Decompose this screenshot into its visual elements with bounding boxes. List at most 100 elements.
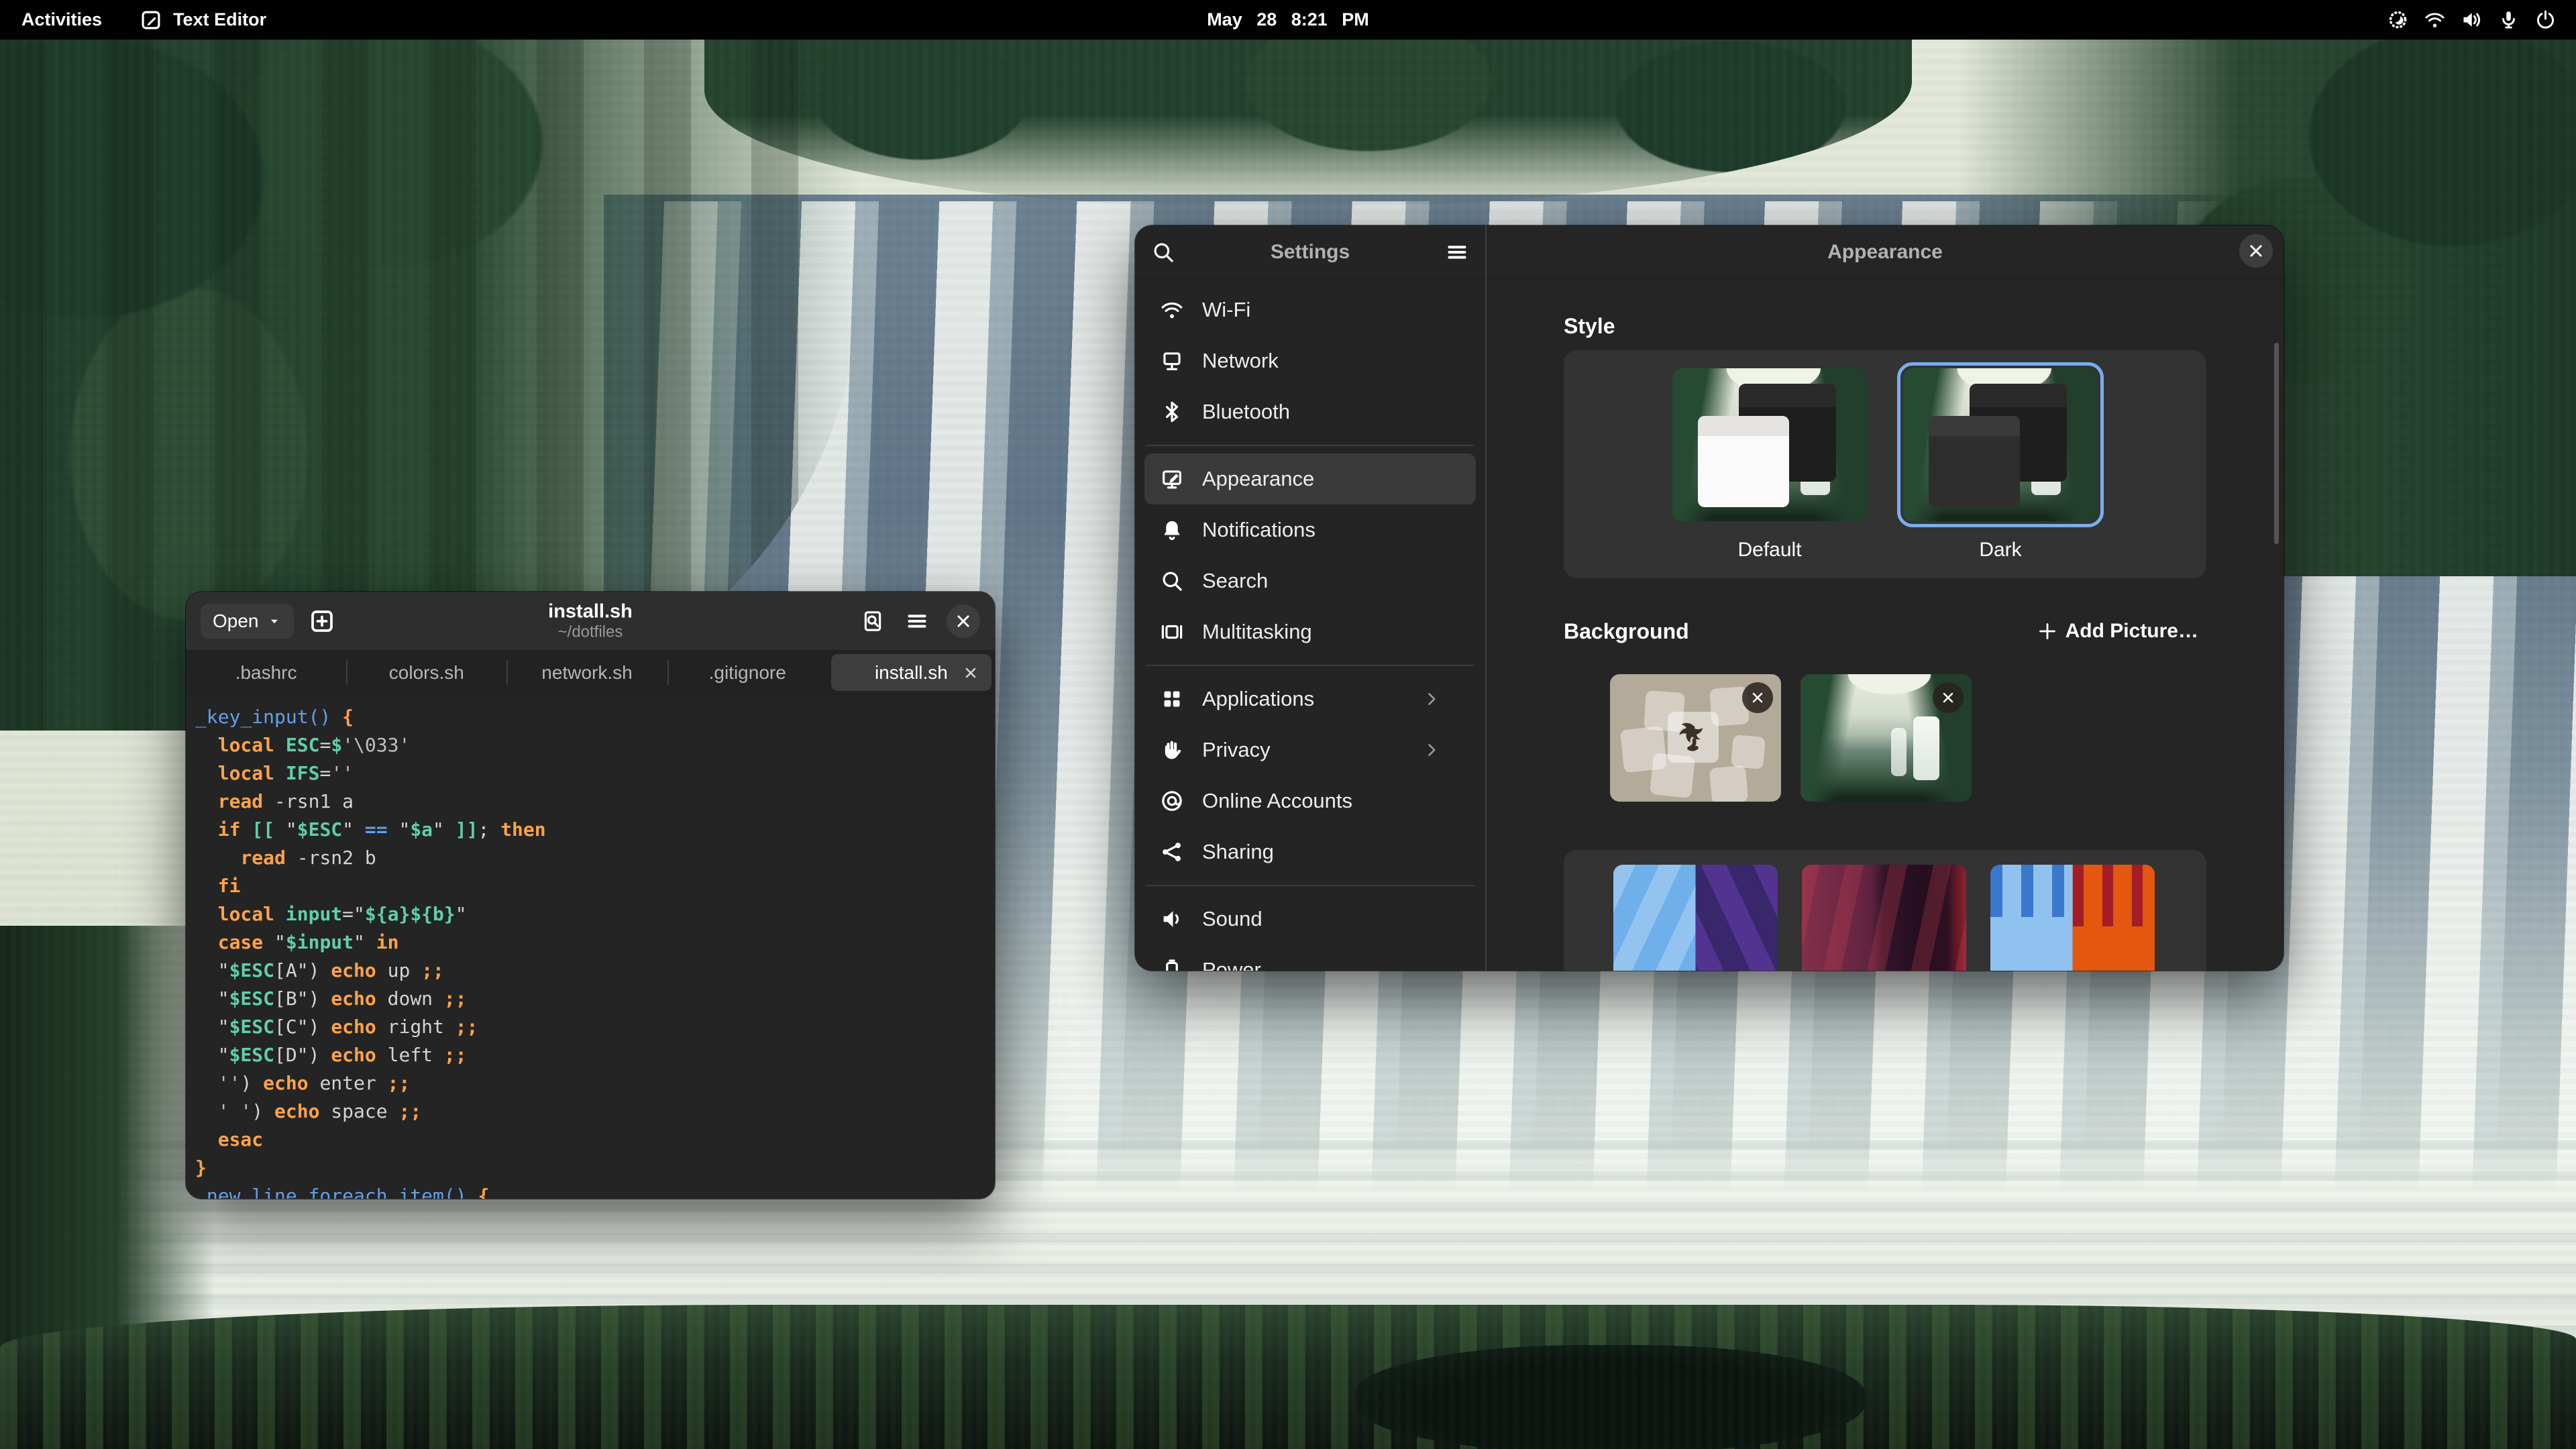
tab-gitignore[interactable]: .gitignore: [667, 651, 828, 694]
sidebar-item-applications[interactable]: Applications: [1144, 674, 1476, 724]
editor-close-button[interactable]: [947, 604, 980, 638]
settings-sidebar: Settings Wi-Fi Network Bluetooth Appeara…: [1135, 225, 1487, 971]
code-line: read -rsn1 a: [195, 788, 995, 816]
sidebar-item-power[interactable]: Power: [1144, 945, 1476, 971]
sidebar-item-label: Applications: [1202, 687, 1314, 711]
sidebar-item-online-accounts[interactable]: Online Accounts: [1144, 775, 1476, 826]
sidebar-item-label: Appearance: [1202, 467, 1314, 491]
remove-background-button[interactable]: [1933, 682, 1964, 713]
tab-bar: .bashrccolors.shnetwork.sh.gitignoreinst…: [186, 651, 995, 695]
network-icon: [1161, 350, 1183, 372]
sidebar-item-label: Sound: [1202, 907, 1263, 931]
sidebar-headerbar: Settings: [1135, 225, 1485, 279]
settings-window: Settings Wi-Fi Network Bluetooth Appeara…: [1135, 225, 2284, 971]
code-line: "$ESC[C") echo right ;;: [195, 1013, 995, 1041]
thumbnail-waterfall: [1891, 728, 1907, 776]
style-preview-dark[interactable]: [1903, 368, 2098, 521]
power-icon[interactable]: [2535, 9, 2556, 30]
wallpaper-option-blue-purple-geometric[interactable]: [1613, 865, 1778, 971]
night-light-icon[interactable]: [2387, 9, 2408, 30]
apps-icon: [1161, 688, 1183, 710]
style-heading: Style: [1564, 314, 2206, 338]
power-batt-icon: [1161, 959, 1183, 971]
open-button[interactable]: Open: [201, 604, 294, 639]
style-label-default: Default: [1672, 539, 1867, 561]
sidebar-item-multitasking[interactable]: Multitasking: [1144, 606, 1476, 657]
search-document-button[interactable]: [858, 606, 888, 636]
microphone-icon[interactable]: [2498, 9, 2519, 30]
settings-nav-list: Wi-Fi Network Bluetooth Appearance Notif…: [1135, 279, 1485, 971]
tab-network-sh[interactable]: network.sh: [506, 651, 667, 694]
add-picture-button[interactable]: Add Picture…: [2037, 620, 2198, 643]
focused-app-indicator[interactable]: Text Editor: [140, 9, 266, 32]
settings-menu-button[interactable]: [1442, 237, 1472, 267]
scrollbar[interactable]: [2274, 343, 2279, 544]
style-card: Default Dark: [1564, 350, 2206, 578]
settings-search-button[interactable]: [1148, 237, 1178, 267]
text-editor-window: Open install.sh ~/dotfiles .bashrccolors…: [186, 592, 995, 1199]
code-line: if [[ "$ESC" == "$a" ]]; then: [195, 816, 995, 844]
share-icon: [1161, 841, 1183, 863]
text-editor-app-icon: [140, 9, 162, 32]
sidebar-item-wi-fi[interactable]: Wi-Fi: [1144, 284, 1476, 335]
activities-button[interactable]: Activities: [21, 9, 102, 30]
wallpaper-option-maroon-waves[interactable]: [1802, 865, 1966, 971]
code-line: '') echo enter ;;: [195, 1069, 995, 1097]
top-bar: Activities Text Editor May 28 8:21 PM: [0, 0, 2576, 40]
style-preview-default[interactable]: [1672, 368, 1867, 521]
editor-menu-button[interactable]: [902, 606, 932, 636]
code-line: local IFS='': [195, 759, 995, 788]
content-headerbar: Appearance: [1487, 225, 2284, 279]
style-option-dark[interactable]: Dark: [1903, 368, 2098, 578]
plus-icon: [2037, 621, 2057, 641]
privacy-icon: [1161, 739, 1183, 761]
tab-bashrc[interactable]: .bashrc: [186, 651, 346, 694]
background-thumbnail-abstract[interactable]: [1610, 674, 1781, 802]
tab-install-sh[interactable]: install.sh: [831, 654, 991, 691]
sidebar-item-label: Notifications: [1202, 518, 1316, 542]
sidebar-item-label: Power: [1202, 958, 1261, 971]
close-tab-button[interactable]: [961, 663, 981, 683]
wallpaper-option-blue-orange-drips[interactable]: [1990, 865, 2155, 971]
volume-icon[interactable]: [2461, 9, 2482, 30]
divider: [1146, 665, 1474, 666]
clock-button[interactable]: May 28 8:21 PM: [1207, 9, 1369, 30]
code-editor[interactable]: _key_input() { local ESC=$'\033' local I…: [186, 695, 995, 1199]
wifi-icon[interactable]: [2424, 9, 2445, 30]
settings-close-button[interactable]: [2239, 234, 2273, 268]
sidebar-item-sharing[interactable]: Sharing: [1144, 826, 1476, 877]
background-thumbnail-forest[interactable]: [1801, 674, 1972, 802]
sidebar-item-privacy[interactable]: Privacy: [1144, 724, 1476, 775]
sidebar-item-sound[interactable]: Sound: [1144, 894, 1476, 945]
sidebar-item-search[interactable]: Search: [1144, 555, 1476, 606]
sidebar-item-bluetooth[interactable]: Bluetooth: [1144, 386, 1476, 437]
new-tab-button[interactable]: [306, 605, 338, 637]
decor-square: [1731, 735, 1766, 769]
sidebar-item-appearance[interactable]: Appearance: [1144, 453, 1476, 504]
sidebar-item-network[interactable]: Network: [1144, 335, 1476, 386]
tab-colors-sh[interactable]: colors.sh: [346, 651, 506, 694]
sidebar-item-label: Search: [1202, 569, 1268, 593]
document-title: install.sh ~/dotfiles: [548, 600, 633, 641]
custom-backgrounds: [1564, 674, 2206, 802]
sidebar-item-notifications[interactable]: Notifications: [1144, 504, 1476, 555]
style-option-default[interactable]: Default: [1672, 368, 1867, 578]
wifi-icon: [1161, 299, 1183, 321]
appearance-panel[interactable]: Style Default: [1487, 279, 2284, 971]
remove-background-button[interactable]: [1742, 682, 1773, 713]
code-line: _new_line_foreach_item() {: [195, 1182, 995, 1199]
chevron-down-icon: [267, 614, 282, 629]
dragon-logo-icon: [1668, 712, 1719, 763]
code-line: read -rsn2 b: [195, 844, 995, 872]
chevron-right-icon: [1422, 741, 1441, 759]
appearance-icon: [1161, 468, 1183, 490]
multitasking-icon: [1161, 621, 1183, 643]
code-line: }: [195, 1154, 995, 1182]
system-tray[interactable]: [2387, 0, 2556, 40]
bluetooth-icon: [1161, 400, 1183, 423]
focused-app-name: Text Editor: [173, 9, 266, 30]
thumbnail-waterfall: [1913, 716, 1939, 780]
preview-front-window-light: [1698, 416, 1789, 508]
at-icon: [1161, 790, 1183, 812]
code-line: local input="${a}${b}": [195, 900, 995, 928]
